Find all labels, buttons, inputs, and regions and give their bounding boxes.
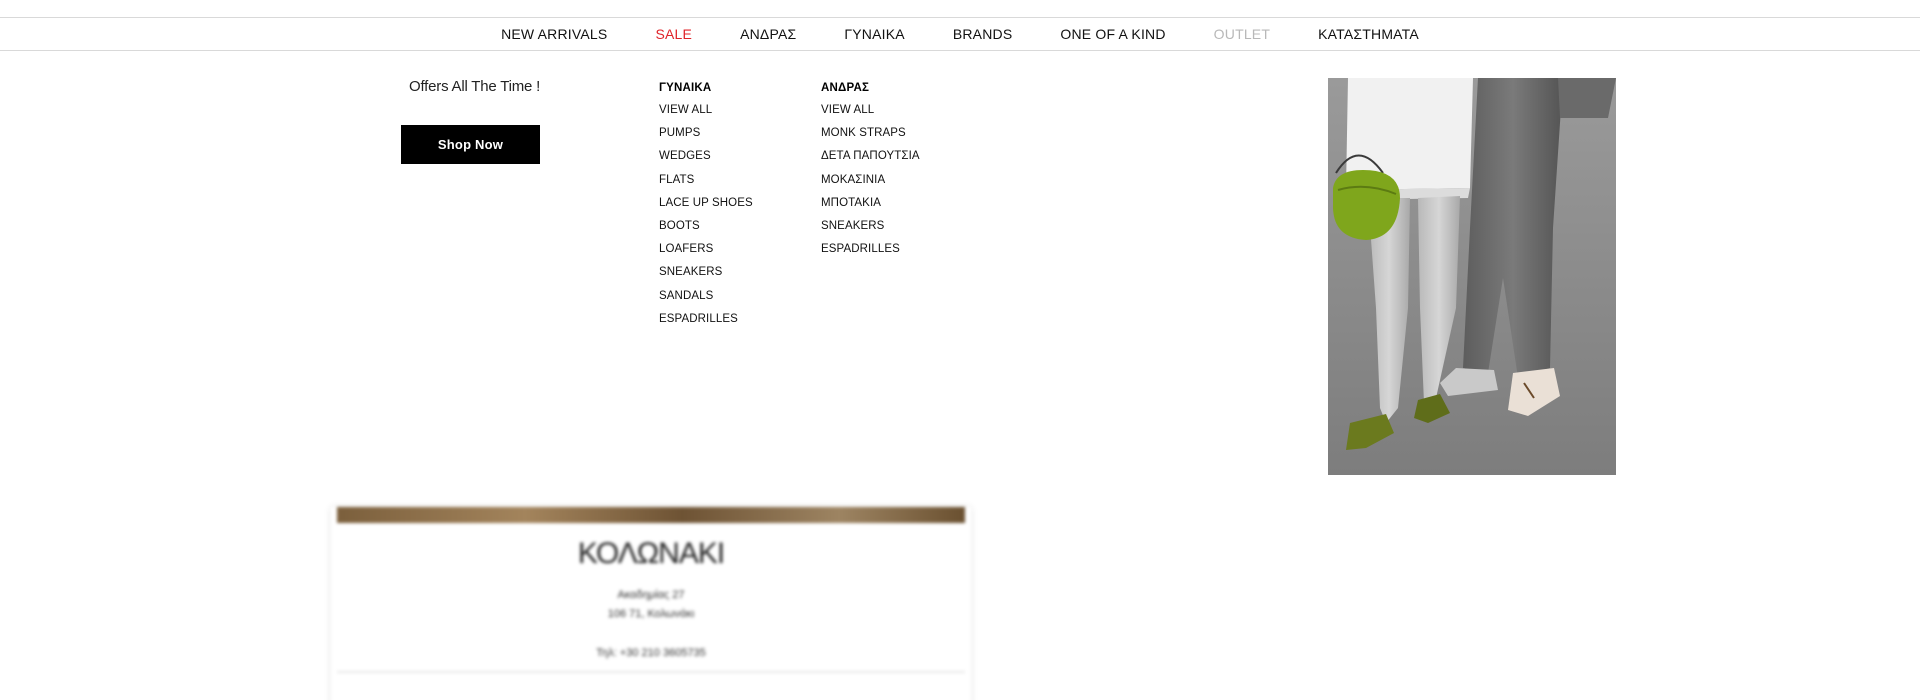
nav-item-7[interactable]: ΚΑΤΑΣΤΗΜΑΤΑ [1318, 26, 1419, 42]
women-menu-link[interactable]: ESPADRILLES [659, 312, 753, 335]
women-menu-link[interactable]: PUMPS [659, 126, 753, 149]
store-address-line2: 106 71, Κολωνάκι [607, 608, 695, 620]
nav-item-1[interactable]: SALE [655, 26, 692, 42]
women-menu-link[interactable]: VIEW ALL [659, 103, 753, 126]
men-menu-column: ΑΝΔΡΑΣ VIEW ALL MONK STRAPS ΔΕΤΑ ΠΑΠΟΥΤΣΙΑ… [821, 82, 920, 265]
nav-item-6[interactable]: OUTLET [1214, 26, 1270, 42]
men-menu-link[interactable]: ΜΟΚΑΣΙΝΙΑ [821, 173, 920, 196]
store-title: ΚΟΛΩΝΑΚΙ [577, 537, 725, 570]
legs-shoes-photo [1328, 78, 1616, 475]
store-divider [337, 671, 965, 673]
nav-item-0[interactable]: NEW ARRIVALS [501, 26, 607, 42]
nav-item-2[interactable]: ΑΝΔΡΑΣ [740, 26, 796, 42]
mega-menu-dropdown: Offers All The Time ! Shop Now ΓΥΝΑΙΚΑ V… [0, 52, 1920, 492]
top-navigation: NEW ARRIVALS SALE ΑΝΔΡΑΣ ΓΥΝΑΙΚΑ BRANDS ONE O… [0, 17, 1920, 51]
store-card[interactable]: ΚΟΛΩΝΑΚΙ Ακαδημίας 27 106 71, Κολωνάκι Τ… [331, 507, 971, 700]
shop-now-button[interactable]: Shop Now [401, 125, 540, 164]
men-menu-link[interactable]: SNEAKERS [821, 219, 920, 242]
women-menu-link[interactable]: BOOTS [659, 219, 753, 242]
women-menu-link[interactable]: SNEAKERS [659, 265, 753, 288]
promo-image[interactable] [1328, 78, 1616, 475]
nav-item-5[interactable]: ONE OF A KIND [1060, 26, 1165, 42]
men-menu-heading[interactable]: ΑΝΔΡΑΣ [821, 82, 920, 94]
nav-item-4[interactable]: BRANDS [953, 26, 1013, 42]
women-menu-link[interactable]: LACE UP SHOES [659, 196, 753, 219]
women-menu-link[interactable]: SANDALS [659, 289, 753, 312]
women-menu-link[interactable]: WEDGES [659, 149, 753, 172]
men-menu-link[interactable]: ΔΕΤΑ ΠΑΠΟΥΤΣΙΑ [821, 149, 920, 172]
nav-item-3[interactable]: ΓΥΝΑΙΚΑ [844, 26, 904, 42]
women-menu-heading[interactable]: ΓΥΝΑΙΚΑ [659, 82, 753, 94]
store-banner-image [337, 507, 965, 523]
store-address-line1: Ακαδημίας 27 [617, 589, 685, 601]
store-phone: Τηλ: +30 210 3605735 [596, 647, 706, 659]
men-menu-link[interactable]: ESPADRILLES [821, 242, 920, 265]
women-menu-link[interactable]: LOAFERS [659, 242, 753, 265]
promo-title: Offers All The Time ! [409, 78, 541, 95]
women-menu-column: ΓΥΝΑΙΚΑ VIEW ALL PUMPS WEDGES FLATS LACE UP … [659, 82, 753, 335]
men-menu-link[interactable]: ΜΠΟΤΑΚΙΑ [821, 196, 920, 219]
men-menu-link[interactable]: MONK STRAPS [821, 126, 920, 149]
men-menu-link[interactable]: VIEW ALL [821, 103, 920, 126]
women-menu-link[interactable]: FLATS [659, 173, 753, 196]
